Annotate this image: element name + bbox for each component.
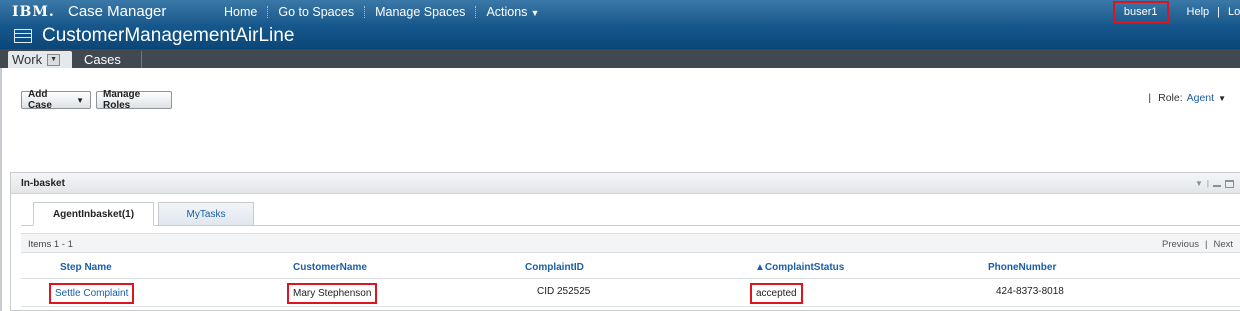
role-divider: | <box>1148 92 1152 104</box>
user-area: buser1 Help | Log <box>1112 0 1240 24</box>
complaint-status-cell: accepted <box>750 283 803 304</box>
complaint-id-cell: CID 252525 <box>537 286 591 297</box>
chevron-down-icon[interactable]: ▼ <box>47 53 61 66</box>
role-label: Role: <box>1158 92 1183 104</box>
column-header-step-name[interactable]: Step Name <box>60 262 112 273</box>
pager: Items 1 - 1 Previous | Next <box>21 233 1240 253</box>
chevron-down-icon: ▼ <box>530 8 540 18</box>
tab-agent-inbasket[interactable]: AgentInbasket(1) <box>33 202 154 226</box>
add-case-label: Add Case <box>28 89 52 111</box>
tab-my-tasks[interactable]: MyTasks <box>158 202 254 226</box>
in-basket-header: In-basket ▼ | <box>11 173 1240 194</box>
nav-actions-menu[interactable]: Actions ▼ <box>476 5 549 19</box>
chevron-down-icon[interactable]: ▼ <box>1195 179 1203 188</box>
add-case-button[interactable]: Add Case ▼ <box>21 89 91 111</box>
maximize-icon[interactable] <box>1225 179 1234 188</box>
help-link[interactable]: Help <box>1179 6 1218 18</box>
in-basket-tabs: AgentInbasket(1) MyTasks <box>21 202 1240 226</box>
user-menu[interactable]: buser1 <box>1112 1 1169 23</box>
main-nav: Home Go to Spaces Manage Spaces Actions ▼ <box>214 0 549 24</box>
logout-link[interactable]: Log <box>1220 6 1240 18</box>
column-header-phone-number[interactable]: PhoneNumber <box>988 262 1056 273</box>
column-header-customer-name[interactable]: CustomerName <box>293 262 367 273</box>
solution-title: CustomerManagementAirLine <box>42 25 295 46</box>
column-header-complaint-status[interactable]: ▲ComplaintStatus <box>755 262 844 273</box>
role-selector[interactable]: | Role: Agent ▼ <box>1148 92 1226 104</box>
widget-controls: ▼ | <box>1195 179 1234 188</box>
page-tabs: Work ▼ Cases <box>0 49 1240 68</box>
minimize-icon[interactable] <box>1213 185 1221 187</box>
nav-manage-spaces[interactable]: Manage Spaces <box>365 5 475 19</box>
customer-name-cell: Mary Stephenson <box>287 283 378 304</box>
in-basket-title: In-basket <box>21 178 65 189</box>
chevron-down-icon: ▼ <box>76 95 84 105</box>
ibm-logo: IBM. <box>12 4 55 20</box>
table-row[interactable]: Settle Complaint Mary Stephenson CID 252… <box>21 279 1240 307</box>
phone-number-cell: 424-8373-8018 <box>996 286 1064 297</box>
tab-cases[interactable]: Cases <box>76 51 142 68</box>
column-header-complaint-id[interactable]: ComplaintID <box>525 262 584 273</box>
control-divider: | <box>1206 179 1209 188</box>
product-name: Case Manager <box>68 3 167 20</box>
manage-roles-button[interactable]: Manage Roles <box>96 89 172 111</box>
pager-nav: Previous | Next <box>1162 239 1233 250</box>
role-value[interactable]: Agent <box>1187 92 1214 104</box>
nav-actions-label: Actions <box>486 5 528 19</box>
in-basket-widget: In-basket ▼ | AgentInbasket(1) MyTasks I… <box>10 172 1240 311</box>
work-items-table: Step Name CustomerName ComplaintID ▲Comp… <box>21 255 1240 307</box>
step-name-link[interactable]: Settle Complaint <box>49 283 135 304</box>
chevron-down-icon[interactable]: ▼ <box>1218 94 1226 103</box>
solution-bar: CustomerManagementAirLine <box>0 24 1240 49</box>
solution-icon <box>14 29 32 43</box>
table-header: Step Name CustomerName ComplaintID ▲Comp… <box>21 255 1240 279</box>
tab-work[interactable]: Work ▼ <box>8 51 72 68</box>
nav-go-to-spaces[interactable]: Go to Spaces <box>268 5 364 19</box>
next-link[interactable]: Next <box>1213 239 1233 250</box>
items-count: Items 1 - 1 <box>28 239 73 250</box>
tab-work-label: Work <box>12 52 43 67</box>
previous-link[interactable]: Previous <box>1162 239 1199 250</box>
top-banner: IBM. Case Manager Home Go to Spaces Mana… <box>0 0 1240 24</box>
nav-home[interactable]: Home <box>214 5 267 19</box>
pager-divider: | <box>1204 239 1208 250</box>
